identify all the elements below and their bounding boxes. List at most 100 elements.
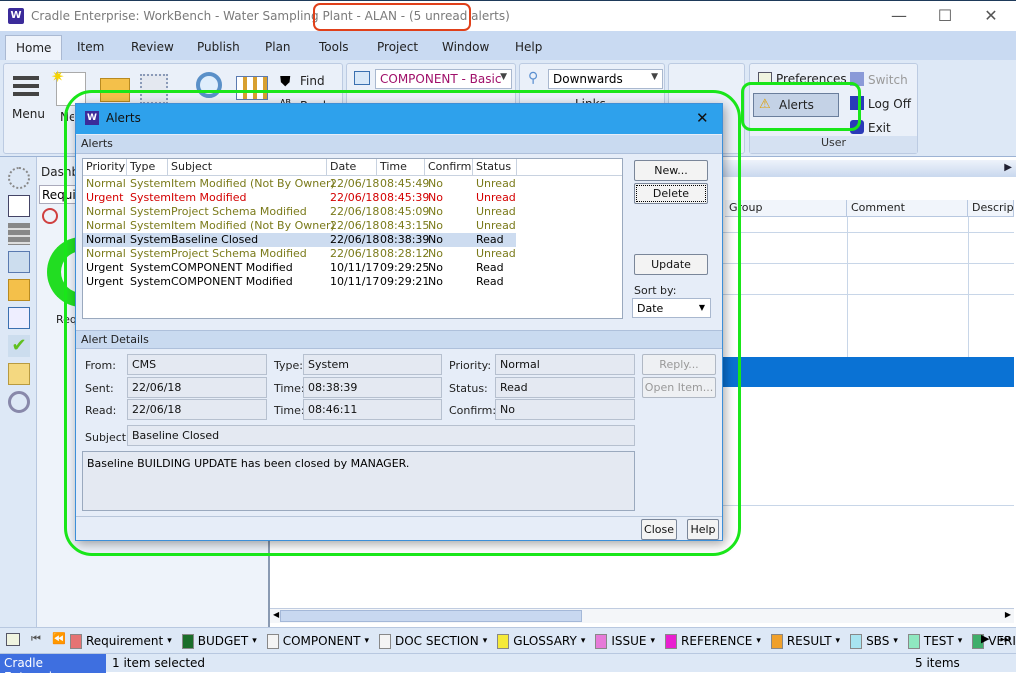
title-bar: W Cradle Enterprise: WorkBench - Water S… (0, 0, 1016, 31)
document-icon (665, 633, 678, 649)
chevron-down-icon: ▾ (167, 636, 172, 646)
dashboard-icon[interactable] (8, 195, 30, 217)
grid-row-selected[interactable] (723, 357, 1014, 387)
item-type-label: GLOSSARY (513, 634, 577, 648)
document-icon (770, 633, 783, 649)
item-type-label: REFERENCE (681, 634, 753, 648)
chevron-down-icon: ▼ (500, 72, 507, 82)
tab-plan[interactable]: Plan (259, 37, 297, 57)
item-type-label: Requirement (86, 634, 164, 648)
tab-item[interactable]: Item (71, 37, 110, 57)
grid-line (847, 217, 848, 357)
horizontal-scrollbar[interactable]: ◀ ▶ (270, 608, 1014, 623)
status-bar: Cradle Enterprise 1 item selected 5 item… (0, 653, 1016, 684)
grid-line (723, 263, 1014, 264)
grid-line (723, 294, 1014, 295)
window-close-button[interactable]: ✕ (968, 3, 1014, 29)
minimize-button[interactable]: — (876, 3, 922, 29)
chevron-down-icon: ▾ (650, 636, 656, 646)
tab-window[interactable]: Window (436, 37, 495, 57)
chevron-down-icon: ▾ (756, 636, 761, 646)
item-type-button[interactable]: GLOSSARY ▾ (497, 633, 586, 649)
tab-home[interactable]: Home (5, 35, 63, 60)
menu-button[interactable]: Menu (12, 107, 45, 121)
exit-button[interactable]: Exit (868, 121, 891, 135)
item-type-toolbar: ⏮ ⏪ Requirement ▾ BUDGET ▾ COMPONENT ▾ DOC SEC… (0, 627, 1016, 653)
status-selection: 1 item selected (112, 656, 206, 670)
tab-review[interactable]: Review (125, 37, 180, 57)
find-button[interactable]: Find (300, 74, 325, 88)
status-app-name: Cradle Enterprise (0, 654, 106, 684)
log-off-button[interactable]: Log Off (868, 97, 911, 111)
column-header-group[interactable]: Group (725, 200, 847, 217)
tab-publish[interactable]: Publish (191, 37, 246, 57)
folder-search-icon[interactable] (8, 279, 30, 301)
annotation-highlight-unread-alerts (313, 3, 471, 31)
column-header-description[interactable]: Descript (968, 200, 1014, 217)
maximize-button[interactable]: ☐ (922, 3, 968, 29)
folders-icon[interactable] (8, 363, 30, 385)
item-type-label: ISSUE (611, 634, 647, 648)
previous-page-icon[interactable]: ⏪ (52, 632, 66, 645)
item-type-button[interactable]: REFERENCE ▾ (665, 633, 761, 649)
database-icon[interactable] (8, 223, 30, 245)
document-icon (378, 633, 391, 649)
item-type-button[interactable]: RESULT ▾ (770, 633, 841, 649)
scroll-right-arrow-icon[interactable]: ▶ (1005, 610, 1011, 619)
annotation-highlight-alerts-button (741, 82, 861, 131)
user-group-label: User (750, 136, 917, 153)
direction-combo[interactable]: Downwards ▼ (548, 69, 663, 89)
gantt-icon[interactable] (8, 307, 30, 329)
chevron-down-icon: ▾ (580, 636, 586, 646)
item-type-button[interactable]: BUDGET ▾ (181, 633, 257, 649)
document-icon (850, 633, 863, 649)
item-type-label: DOC SECTION (394, 634, 479, 648)
chevron-down-icon: ▼ (651, 72, 658, 82)
direction-combo-value: Downwards (553, 72, 623, 86)
item-type-button[interactable]: SBS ▾ (850, 633, 898, 649)
tab-help[interactable]: Help (509, 37, 548, 57)
column-header-comment[interactable]: Comment (847, 200, 968, 217)
left-navigation-rail: ✔ (0, 157, 37, 627)
chevron-down-icon: ▾ (364, 636, 369, 646)
checkbox-list-icon[interactable] (6, 633, 20, 646)
scroll-left-arrow-icon[interactable]: ◀ (273, 610, 279, 619)
document-icon (595, 633, 608, 649)
item-type-button[interactable]: COMPONENT ▾ (266, 633, 369, 649)
item-type-label: RESULT (786, 634, 832, 648)
tab-project[interactable]: Project (371, 37, 424, 57)
item-type-button[interactable]: Requirement ▾ (70, 633, 172, 649)
item-type-button[interactable]: DOC SECTION ▾ (378, 633, 488, 649)
item-type-label: COMPONENT (282, 634, 361, 648)
last-page-icon[interactable]: ⏭ (1000, 632, 1010, 646)
location-pin-icon: ⚲ (528, 70, 539, 86)
view-icon (354, 71, 370, 85)
item-type-button[interactable]: TEST ▾ (907, 633, 962, 649)
document-icon (907, 633, 920, 649)
tab-tools[interactable]: Tools (313, 37, 355, 57)
item-type-label: TEST (923, 634, 954, 648)
document-icon (181, 633, 194, 649)
grid-line (968, 217, 969, 357)
scrollbar-thumb[interactable] (280, 610, 582, 622)
gauge-icon[interactable] (42, 208, 58, 224)
item-type-button[interactable]: ISSUE ▾ (595, 633, 656, 649)
first-page-icon[interactable]: ⏮ (31, 632, 41, 646)
switch-button[interactable]: Switch (868, 73, 908, 87)
document-icon (266, 633, 279, 649)
settings-gear-icon[interactable] (8, 167, 30, 189)
status-item-count: 5 items (915, 656, 960, 670)
calendar-icon[interactable] (8, 251, 30, 273)
checklist-icon[interactable]: ✔ (8, 335, 30, 357)
view-combo[interactable]: COMPONENT - Basic ▼ (375, 69, 512, 89)
next-page-icon[interactable]: ▶ (981, 632, 989, 645)
chevron-down-icon: ▾ (482, 636, 488, 646)
item-type-label: BUDGET (197, 634, 249, 648)
scroll-right-icon[interactable]: ▶ (1004, 162, 1012, 173)
annotation-highlight-alerts-dialog (64, 90, 741, 556)
search-tools-icon[interactable] (8, 391, 30, 413)
view-combo-value: COMPONENT - Basic (380, 72, 502, 86)
chevron-down-icon: ▾ (835, 636, 841, 646)
menu-hamburger-icon[interactable] (13, 76, 39, 96)
chevron-down-icon: ▾ (252, 636, 257, 646)
